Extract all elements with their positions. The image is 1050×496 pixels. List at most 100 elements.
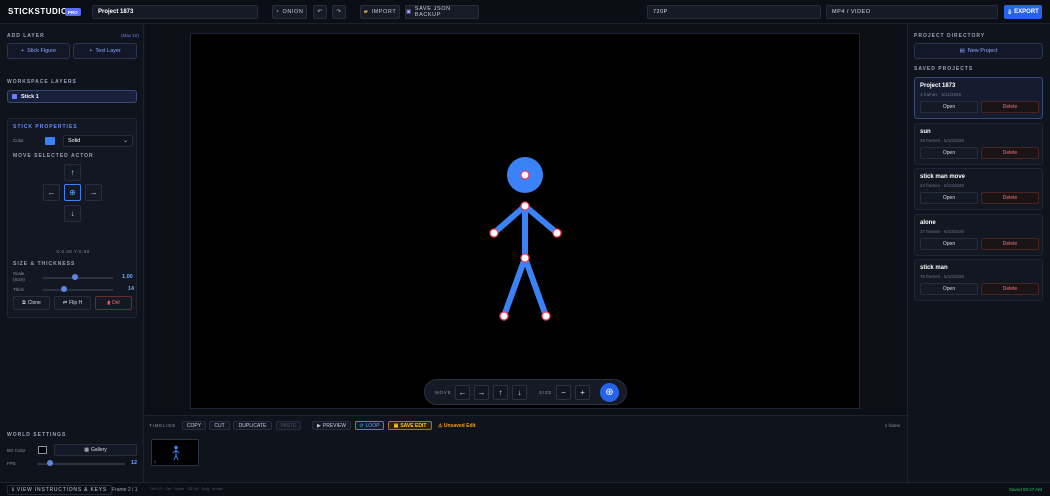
paste-frame-button[interactable]: PASTE [276,421,301,430]
project-name-input[interactable]: Project 1873 [92,5,258,19]
open-project-button[interactable]: Open [920,238,978,250]
delete-project-button[interactable]: Delete [981,283,1039,295]
project-card[interactable]: sun 39 frames · 6/10/2026 Open Delete [914,123,1043,165]
stage-move-down-button[interactable]: ↓ [512,385,527,400]
frame-count: 1 frame [884,423,900,428]
flip-label: Flip H [69,300,83,306]
delete-project-button[interactable]: Delete [981,238,1039,250]
open-project-button[interactable]: Open [920,101,978,113]
scale-slider[interactable] [43,277,113,279]
center-stage-button[interactable]: ⊕ [600,383,619,402]
gallery-button[interactable]: ▦ Gallery [54,444,137,456]
move-down-button[interactable]: ↓ [64,205,81,222]
save-edit-button[interactable]: ▣ SAVE EDIT [388,421,432,430]
loop-toggle[interactable]: ⟳ LOOP [355,421,384,430]
move-label: MOVE [435,390,452,395]
add-stick-figure-button[interactable]: + Stick Figure [7,43,70,59]
resolution-select[interactable]: 720P [647,5,821,19]
import-label: IMPORT [371,9,397,15]
delete-actor-button[interactable]: ▮ Del [95,296,132,310]
fps-slider-handle[interactable] [47,460,54,466]
gallery-label: Gallery [90,447,107,453]
thick-slider-handle[interactable] [61,286,67,292]
stage-move-right-button[interactable]: → [474,385,489,400]
cut-frame-button[interactable]: CUT [209,421,230,430]
add-layer-title: ADD LAYER [7,33,45,39]
project-meta: 1 frames · 6/11/2026 [920,92,962,97]
layer-item-stick-1[interactable]: Stick 1 [7,90,137,103]
open-project-button[interactable]: Open [920,283,978,295]
project-card[interactable]: alone 37 frames · 6/10/2026 Open Delete [914,214,1043,256]
project-meta: 24 frames · 6/10/2026 [920,183,965,188]
arrow-left-icon: ← [47,188,56,197]
onion-label: ONION [282,9,304,15]
open-project-button[interactable]: Open [920,192,978,204]
play-icon: ▶ [317,422,321,429]
flip-h-button[interactable]: ⇄ Flip H [54,296,91,310]
thick-value: 14 [128,286,135,292]
unsaved-indicator: ⚠ Unsaved Edit [438,423,476,429]
size-increase-button[interactable]: + [575,385,590,400]
thumbnail-number: 1 [154,460,156,464]
minus-icon: − [561,388,566,397]
center-actor-button[interactable]: ⊕ [64,184,81,201]
world-settings-title: WORLD SETTINGS [7,432,67,438]
color-picker[interactable] [45,137,55,145]
add-text-layer-button[interactable]: + Text Layer [73,43,137,59]
crosshair-icon: ⊕ [69,188,76,197]
fps-value: 12 [131,460,138,466]
arrow-up-icon: ↑ [70,168,75,177]
stick-figure-label: Stick Figure [27,48,57,54]
project-name: alone [920,220,936,226]
new-project-button[interactable]: ▤ New Project [914,43,1043,59]
preview-button[interactable]: ▶ PREVIEW [312,421,351,430]
import-button[interactable]: ▰ IMPORT [360,5,400,19]
app-logo: STICKSTUDIO [8,7,68,16]
onion-icon: ◔ [275,9,280,15]
format-select[interactable]: MP4 / VIDEO [826,5,998,19]
copy-frame-button[interactable]: COPY [182,421,206,430]
stage-move-left-button[interactable]: ← [455,385,470,400]
bg-color-picker[interactable] [38,446,47,454]
fps-label: FPS [7,461,16,466]
frame-thumbnail[interactable]: 1 [151,439,199,466]
floating-control-bar: MOVE ← → ↑ ↓ SIZE − + ⊕ [424,379,627,405]
size-decrease-button[interactable]: − [556,385,571,400]
thick-label: Thick [13,287,24,292]
project-card[interactable]: stick man move 24 frames · 6/10/2026 Ope… [914,168,1043,210]
undo-button[interactable]: ↶ [313,5,327,19]
thick-slider[interactable] [43,289,113,291]
document-icon: ▤ [959,48,965,54]
move-left-button[interactable]: ← [43,184,60,201]
project-card[interactable]: Project 1873 1 frames · 6/11/2026 Open D… [914,77,1043,119]
move-up-button[interactable]: ↑ [64,164,81,181]
loop-icon: ⟳ [359,422,364,429]
clone-label: Clone [27,300,41,306]
delete-project-button[interactable]: Delete [981,192,1039,204]
duplicate-frame-button[interactable]: DUPLICATE [233,421,272,430]
clone-button[interactable]: ⧉ Clone [13,296,50,310]
save-json-backup-button[interactable]: ▣ SAVE JSON BACKUP [405,5,479,19]
project-card[interactable]: stick man 76 frames · 6/10/2026 Open Del… [914,259,1043,301]
stage-move-up-button[interactable]: ↑ [493,385,508,400]
stick-properties-panel: STICK PROPERTIES Color Solid ⌄ MOVE SELE… [7,118,137,318]
onion-button[interactable]: ◔ ONION [272,5,307,19]
scale-slider-handle[interactable] [71,274,78,280]
save-json-label: SAVE JSON BACKUP [414,6,451,18]
bg-color-label: BG Color [7,448,26,453]
stick-figure[interactable] [191,34,861,410]
delete-project-button[interactable]: Delete [981,147,1039,159]
open-project-button[interactable]: Open [920,147,978,159]
thumbnail-figure [172,445,180,461]
move-right-button[interactable]: → [85,184,102,201]
redo-button[interactable]: ↷ [332,5,346,19]
view-instructions-button[interactable]: ℹ VIEW INSTRUCTIONS & KEYS [7,485,113,495]
new-project-label: New Project [967,48,998,54]
undo-icon: ↶ [317,9,323,15]
delete-project-button[interactable]: Delete [981,101,1039,113]
move-actor-title: MOVE SELECTED ACTOR [13,153,94,159]
export-button[interactable]: ⇩ EXPORT [1004,5,1042,19]
animation-canvas[interactable] [190,33,860,409]
line-style-select[interactable]: Solid ⌄ [63,135,133,147]
crosshair-icon: ⊕ [605,387,614,398]
